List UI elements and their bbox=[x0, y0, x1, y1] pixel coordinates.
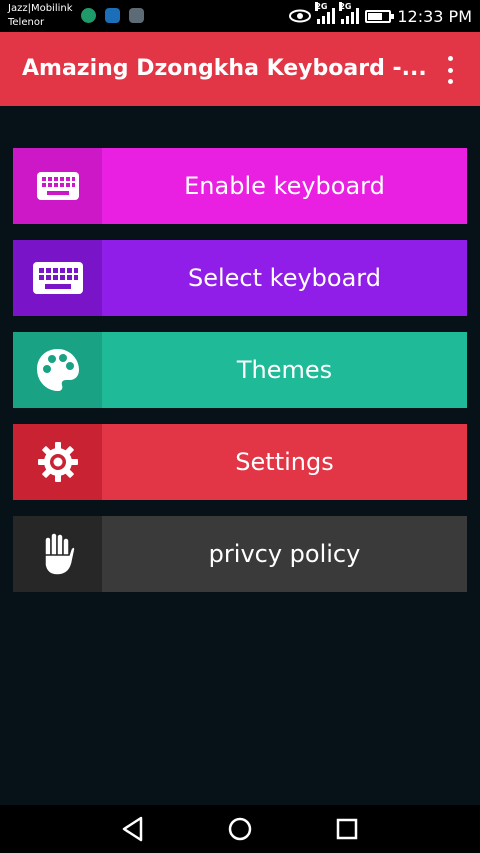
hand-icon bbox=[13, 516, 102, 592]
signal-icon: 2G bbox=[315, 2, 336, 24]
keyboard-icon bbox=[13, 240, 102, 316]
eye-comfort-icon bbox=[289, 9, 312, 23]
privacy-policy-label: privcy policy bbox=[208, 540, 361, 568]
navigation-bar bbox=[0, 805, 480, 853]
keyboard-icon bbox=[13, 148, 102, 224]
gear-icon bbox=[13, 424, 102, 500]
app-title: Amazing Dzongkha Keyboard -... bbox=[22, 56, 427, 81]
network-type-1: 2G bbox=[315, 2, 328, 11]
battery-charging-icon bbox=[365, 9, 395, 23]
status-bar: Jazz|Mobilink Telenor 2G 2G 12:33 PM bbox=[0, 0, 480, 32]
privacy-policy-button[interactable]: privcy policy bbox=[13, 516, 467, 592]
palette-icon bbox=[13, 332, 102, 408]
home-icon[interactable] bbox=[225, 814, 255, 844]
app-bar: Amazing Dzongkha Keyboard -... bbox=[0, 32, 480, 106]
select-keyboard-button[interactable]: Select keyboard bbox=[13, 240, 467, 316]
vpn-icon bbox=[81, 8, 96, 23]
themes-button[interactable]: Themes bbox=[13, 332, 467, 408]
more-vert-icon[interactable] bbox=[440, 56, 460, 84]
enable-keyboard-label: Enable keyboard bbox=[184, 172, 385, 200]
system-status-icons: 2G 2G 12:33 PM bbox=[289, 2, 472, 28]
carrier-name-2: Telenor bbox=[8, 17, 45, 28]
app-store-icon bbox=[105, 8, 120, 23]
status-clock: 12:33 PM bbox=[397, 6, 472, 26]
gallery-icon bbox=[129, 8, 144, 23]
signal-icon: 2G bbox=[339, 2, 360, 24]
themes-label: Themes bbox=[236, 356, 333, 384]
carrier-name-1: Jazz|Mobilink bbox=[8, 3, 73, 14]
settings-button[interactable]: Settings bbox=[13, 424, 467, 500]
enable-keyboard-button[interactable]: Enable keyboard bbox=[13, 148, 467, 224]
back-icon[interactable] bbox=[118, 814, 148, 844]
select-keyboard-label: Select keyboard bbox=[188, 264, 381, 292]
recents-icon[interactable] bbox=[332, 814, 362, 844]
settings-label: Settings bbox=[235, 448, 334, 476]
network-type-2: 2G bbox=[339, 2, 352, 11]
